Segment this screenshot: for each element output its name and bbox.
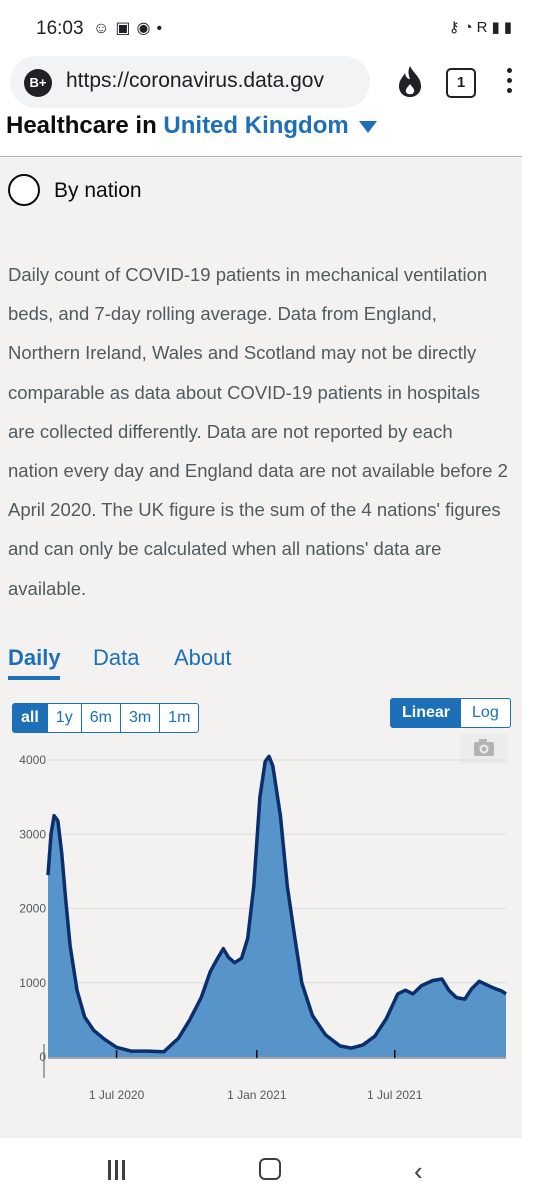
home-icon[interactable] (259, 1158, 281, 1180)
area-name[interactable]: United Kingdom (163, 112, 348, 139)
y-tick-label: 2000 (19, 902, 46, 916)
range-1y-button[interactable]: 1y (46, 704, 81, 732)
signal-icon: ◉ (136, 20, 157, 37)
scale-log-button[interactable]: Log (461, 699, 510, 727)
chart-description: Daily count of COVID-19 patients in mech… (8, 264, 508, 599)
page-content: Healthcare in United Kingdom By nation D… (0, 108, 522, 1138)
active-tab-indicator (8, 676, 60, 680)
page-header: Healthcare in United Kingdom (0, 108, 522, 157)
back-icon[interactable]: ‹ (414, 1156, 423, 1187)
status-time: 16:03 (36, 18, 84, 39)
image-icon: ▣ (115, 20, 137, 37)
tab-switcher-button[interactable]: 1 (446, 68, 476, 98)
x-tick-label: 1 Jul 2020 (89, 1088, 145, 1102)
tab-data[interactable]: Data (93, 645, 139, 671)
status-bar: 16:03 ☺▣◉• ⚷◔R▮▮ (0, 0, 540, 56)
notification-icons: ☺▣◉• (93, 18, 168, 38)
x-tick-label: 1 Jul 2021 (367, 1088, 423, 1102)
y-tick-label: 3000 (19, 827, 46, 841)
tab-daily[interactable]: Daily (8, 645, 61, 671)
overflow-menu-icon[interactable] (506, 68, 514, 98)
roaming-indicator: R (476, 19, 492, 36)
address-bar[interactable]: B+ https://coronavirus.data.gov (10, 56, 370, 108)
tab-about[interactable]: About (174, 645, 232, 671)
range-all-button[interactable]: all (13, 704, 47, 732)
face-icon: ☺ (93, 20, 116, 37)
range-6m-button[interactable]: 6m (80, 704, 120, 732)
scale-linear-button[interactable]: Linear (391, 699, 462, 727)
wifi-icon: ◔ (463, 19, 477, 36)
by-nation-label[interactable]: By nation (54, 179, 142, 203)
time-range-selector: all 1y 6m 3m 1m (12, 703, 200, 733)
y-tick-label: 1000 (19, 976, 46, 990)
y-tick-label: 0 (39, 1050, 46, 1064)
y-tick-label: 4000 (19, 753, 46, 767)
signal-bars-icon: ▮ (491, 19, 504, 36)
dot-icon: • (156, 20, 169, 37)
recents-icon[interactable] (108, 1160, 130, 1180)
key-icon: ⚷ (448, 19, 464, 36)
battery-icon: ▮ (503, 19, 516, 36)
site-badge-icon[interactable]: B+ (24, 69, 52, 97)
system-icons: ⚷◔R▮▮ (449, 18, 516, 36)
url-text[interactable]: https://coronavirus.data.gov (66, 69, 364, 93)
by-nation-radio[interactable] (8, 174, 40, 206)
system-nav-bar: ‹ (0, 1138, 540, 1200)
scale-selector: Linear Log (390, 698, 511, 728)
x-tick-label: 1 Jan 2021 (227, 1088, 287, 1102)
area-selector[interactable]: United Kingdom (163, 112, 377, 139)
caret-down-icon[interactable] (358, 120, 377, 133)
heading-prefix: Healthcare in (6, 112, 157, 139)
page-title: Healthcare in United Kingdom (6, 112, 377, 140)
flame-icon[interactable] (395, 64, 425, 98)
range-3m-button[interactable]: 3m (119, 704, 159, 732)
ventilation-chart: 0 1000 2000 3000 4000 1 Jul 2020 1 Jan 2021 1 J… (19, 753, 507, 1102)
range-1m-button[interactable]: 1m (159, 704, 198, 732)
